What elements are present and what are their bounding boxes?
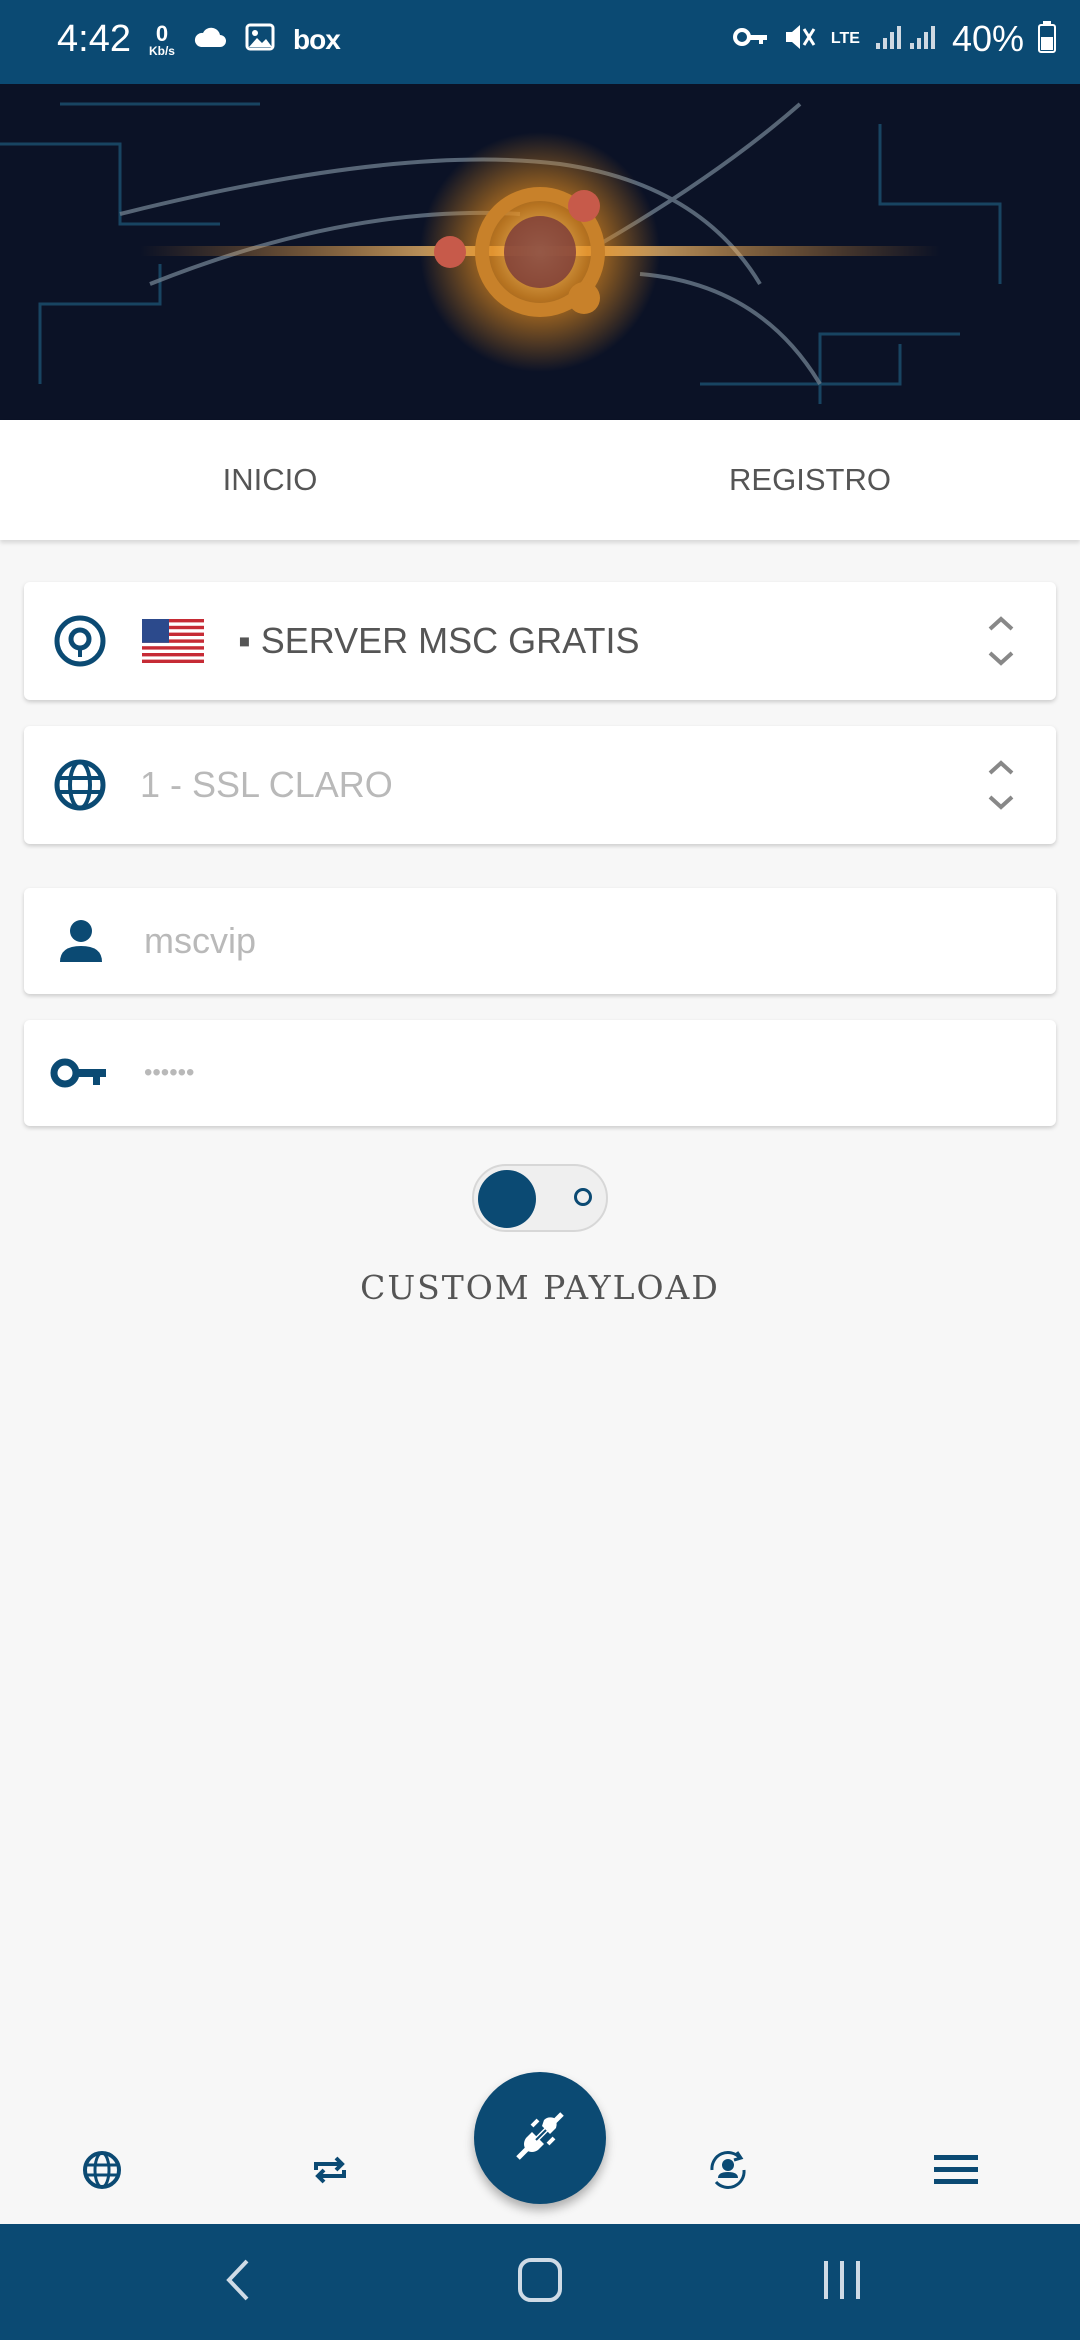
image-icon [245, 23, 275, 56]
menu-icon [932, 2153, 980, 2192]
toggle-off-indicator [574, 1188, 592, 1206]
recents-button[interactable] [812, 2254, 872, 2310]
spinner-arrows-icon [986, 613, 1016, 669]
toggle-knob [478, 1170, 536, 1228]
payload-selector[interactable]: 1 - SSL CLARO [24, 726, 1056, 844]
signal-icon [874, 23, 938, 56]
us-flag-icon [142, 619, 204, 663]
nav-account-sync-button[interactable] [698, 2142, 758, 2202]
repeat-icon [310, 2150, 350, 2195]
system-navigation-bar [0, 2224, 1080, 2340]
connect-button[interactable] [474, 2072, 606, 2204]
vpn-key-icon [732, 26, 769, 53]
server-selector-value: ▪ SERVER MSC GRATIS [238, 620, 640, 661]
globe-icon [52, 757, 108, 813]
custom-payload-label: CUSTOM PAYLOAD [360, 1268, 720, 1307]
person-icon [58, 918, 104, 964]
globe-icon [81, 2149, 123, 2196]
tab-registro[interactable]: REGISTRO [540, 420, 1080, 540]
username-field[interactable]: mscvip [24, 888, 1056, 994]
back-icon [223, 2257, 253, 2308]
mute-icon [783, 21, 817, 58]
home-button[interactable] [510, 2254, 570, 2310]
nav-globe-button[interactable] [72, 2142, 132, 2202]
payload-selector-value: 1 - SSL CLARO [140, 764, 393, 805]
password-placeholder: •••••• [144, 1059, 195, 1086]
lte-indicator: LTE [830, 30, 860, 47]
status-time: 4:42 [57, 18, 131, 60]
nav-menu-button[interactable] [926, 2142, 986, 2202]
server-selector[interactable]: ▪ SERVER MSC GRATIS [24, 582, 1056, 700]
status-bar: 4:42 0 Kb/s box LTE 40% [0, 0, 1080, 84]
tab-inicio[interactable]: INICIO [0, 420, 540, 540]
network-speed-unit: Kb/s [148, 43, 175, 58]
back-button[interactable] [208, 2254, 268, 2310]
location-pin-icon [52, 613, 108, 669]
network-speed-value: 0 [155, 20, 169, 46]
spinner-arrows-icon [986, 757, 1016, 813]
plug-icon [508, 2104, 572, 2173]
key-icon [50, 1056, 108, 1090]
custom-payload-toggle[interactable] [472, 1164, 608, 1232]
password-field[interactable]: •••••• [24, 1020, 1056, 1126]
battery-icon [1038, 20, 1056, 58]
cloud-icon [193, 25, 227, 54]
recents-icon [820, 2259, 864, 2306]
nav-repeat-button[interactable] [300, 2142, 360, 2202]
battery-percent: 40% [951, 18, 1024, 59]
person-sync-icon [704, 2146, 752, 2199]
tab-bar: INICIO REGISTRO [0, 420, 1080, 540]
box-app-label: box [292, 23, 341, 55]
username-placeholder: mscvip [144, 920, 257, 961]
home-icon [517, 2257, 563, 2308]
header-banner-image [0, 84, 1080, 420]
network-speed: 0 Kb/s [148, 20, 175, 58]
